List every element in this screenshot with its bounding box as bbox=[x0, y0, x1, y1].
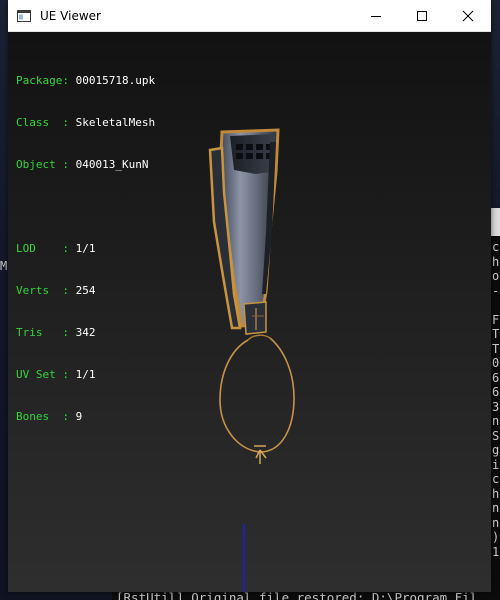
maximize-icon bbox=[417, 10, 427, 21]
console-line: S bbox=[492, 428, 500, 443]
console-line: 6 bbox=[492, 370, 500, 385]
console-line: n bbox=[492, 515, 500, 530]
3d-viewport[interactable]: Package: 00015718.upk Class : SkeletalMe… bbox=[8, 32, 491, 592]
background-text-fragment: M bbox=[0, 259, 8, 273]
console-line: g bbox=[492, 443, 500, 457]
console-line: h bbox=[492, 486, 500, 501]
console-line: n bbox=[492, 414, 500, 428]
close-button[interactable] bbox=[445, 0, 491, 31]
skeletal-mesh-render bbox=[208, 128, 295, 592]
console-line: F bbox=[492, 312, 500, 327]
minimize-button[interactable] bbox=[353, 0, 399, 31]
mesh-tassel bbox=[254, 445, 267, 464]
console-line: 0 bbox=[492, 356, 500, 370]
console-line: - bbox=[492, 283, 500, 298]
console-line: o bbox=[492, 269, 500, 283]
console-line: ) bbox=[492, 530, 500, 544]
console-line: n bbox=[492, 501, 500, 515]
console-line: i bbox=[492, 457, 500, 472]
console-line: T bbox=[492, 341, 500, 356]
close-icon bbox=[462, 10, 474, 21]
minimize-icon bbox=[371, 15, 381, 17]
window-title: UE Viewer bbox=[40, 8, 101, 23]
console-line: h bbox=[492, 254, 500, 269]
title-bar[interactable]: UE Viewer bbox=[8, 0, 491, 32]
console-line: c bbox=[492, 240, 500, 254]
mesh-string-loop bbox=[219, 337, 295, 453]
mesh-clasp bbox=[243, 301, 267, 335]
ue-viewer-window[interactable]: UE Viewer Package: 00015718.upk Class: … bbox=[8, 0, 491, 592]
console-line: 3 bbox=[492, 399, 500, 414]
app-window-icon bbox=[17, 9, 31, 22]
console-line: 1 bbox=[492, 544, 500, 559]
console-line: c bbox=[492, 472, 500, 486]
window-controls bbox=[353, 0, 491, 31]
console-line: 6 bbox=[492, 385, 500, 399]
console-line: T bbox=[492, 327, 500, 341]
maximize-button[interactable] bbox=[399, 0, 445, 31]
